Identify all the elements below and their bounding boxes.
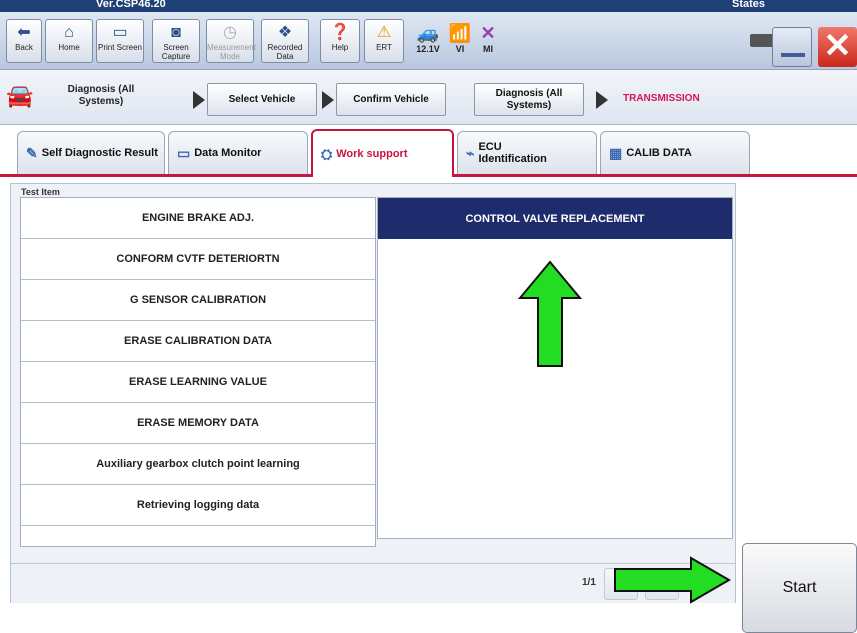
- arrow-right-icon: [614, 556, 731, 604]
- help-icon: ❓: [330, 24, 350, 41]
- chevron-right-icon: [322, 91, 334, 109]
- tab-data-monitor[interactable]: ▭ Data Monitor: [168, 131, 308, 174]
- recorded-data-icon: ❖: [277, 24, 293, 41]
- confirm-vehicle-button[interactable]: Confirm Vehicle: [336, 83, 446, 116]
- select-vehicle-button[interactable]: Select Vehicle: [207, 83, 317, 116]
- tab-work-support[interactable]: ⛭ Work support: [311, 129, 454, 177]
- camera-icon: ◙: [171, 24, 181, 41]
- list-item[interactable]: ERASE MEMORY DATA: [21, 403, 375, 444]
- tab-self-diagnostic-result[interactable]: ✎ Self Diagnostic Result: [17, 131, 165, 174]
- list-item[interactable]: G SENSOR CALIBRATION: [21, 280, 375, 321]
- toolbar: ⬅ Back ⌂ Home ▭ Print Screen ◙ Screen Ca…: [0, 12, 857, 70]
- chevron-right-icon: [193, 91, 205, 109]
- home-icon: ⌂: [64, 24, 74, 41]
- monitor-icon: ▭: [177, 144, 191, 161]
- page-indicator: 1/1: [582, 577, 596, 588]
- calib-icon: ▦: [609, 144, 623, 161]
- tab-bar: ✎ Self Diagnostic Result ▭ Data Monitor …: [0, 125, 857, 177]
- measurement-mode-button[interactable]: ◷ Measurement Mode: [206, 19, 256, 63]
- test-item-panel: Test Item ENGINE BRAKE ADJ. CONFORM CVTF…: [10, 183, 736, 603]
- chevron-right-icon: [596, 91, 608, 109]
- list-item[interactable]: Retrieving logging data: [21, 485, 375, 526]
- work-support-icon: ⛭: [321, 145, 333, 162]
- back-arrow-icon: ⬅: [17, 24, 31, 41]
- tab-calib-data[interactable]: ▦ CALIB DATA: [600, 131, 750, 174]
- version-label: Ver.CSP46.20: [96, 0, 166, 10]
- ecu-icon: ⌁: [466, 144, 475, 161]
- ert-button[interactable]: ⚠ ERT: [364, 19, 404, 63]
- breadcrumb: 🚘 Diagnosis (All Systems) Select Vehicle…: [0, 70, 857, 125]
- warning-icon: ⚠: [376, 24, 392, 41]
- help-button[interactable]: ❓ Help: [320, 19, 360, 63]
- list-item-empty: [21, 526, 375, 546]
- list-item[interactable]: CONFORM CVTF DETERIORTN: [21, 239, 375, 280]
- print-screen-button[interactable]: ▭ Print Screen: [96, 19, 144, 63]
- states-label: States: [732, 0, 766, 10]
- list-item[interactable]: Auxiliary gearbox clutch point learning: [21, 444, 375, 485]
- vi-status: 📶 VI: [446, 22, 474, 54]
- close-button[interactable]: ✕: [818, 27, 857, 67]
- title-bar: Ver.CSP46.20 States: [0, 0, 857, 12]
- minimize-button[interactable]: [772, 27, 812, 67]
- vehicle-icon: 🚘: [6, 83, 34, 108]
- battery-icon: [750, 34, 774, 47]
- x-icon: ✕: [480, 23, 496, 43]
- car-icon: 🚙: [416, 23, 440, 43]
- mi-status: ✕ MI: [474, 22, 502, 54]
- back-button[interactable]: ⬅ Back: [6, 19, 42, 63]
- diagnostic-icon: ✎: [26, 144, 38, 161]
- breadcrumb-context: Diagnosis (All Systems): [67, 84, 135, 107]
- arrow-up-icon: [518, 260, 582, 367]
- panel-header: Test Item: [21, 187, 60, 197]
- list-item[interactable]: ERASE LEARNING VALUE: [21, 362, 375, 403]
- printer-icon: ▭: [112, 24, 128, 41]
- close-icon: ✕: [823, 27, 852, 65]
- signal-icon: 📶: [448, 23, 472, 43]
- list-item[interactable]: ENGINE BRAKE ADJ.: [21, 198, 375, 239]
- meter-icon: ◷: [223, 24, 237, 41]
- diagnosis-all-systems-button[interactable]: Diagnosis (All Systems): [474, 83, 584, 116]
- current-system: TRANSMISSION: [623, 93, 700, 104]
- start-button[interactable]: Start: [742, 543, 857, 633]
- home-button[interactable]: ⌂ Home: [45, 19, 93, 63]
- selected-item-area: CONTROL VALVE REPLACEMENT: [377, 197, 733, 539]
- test-item-list: ENGINE BRAKE ADJ. CONFORM CVTF DETERIORT…: [20, 197, 376, 547]
- selected-item-control-valve-replacement[interactable]: CONTROL VALVE REPLACEMENT: [378, 198, 732, 239]
- list-item[interactable]: ERASE CALIBRATION DATA: [21, 321, 375, 362]
- tab-ecu-identification[interactable]: ⌁ ECU Identification: [457, 131, 597, 174]
- recorded-data-button[interactable]: ❖ Recorded Data: [261, 19, 309, 63]
- voltage-status: 🚙 12.1V: [410, 22, 446, 54]
- screen-capture-button[interactable]: ◙ Screen Capture: [152, 19, 200, 63]
